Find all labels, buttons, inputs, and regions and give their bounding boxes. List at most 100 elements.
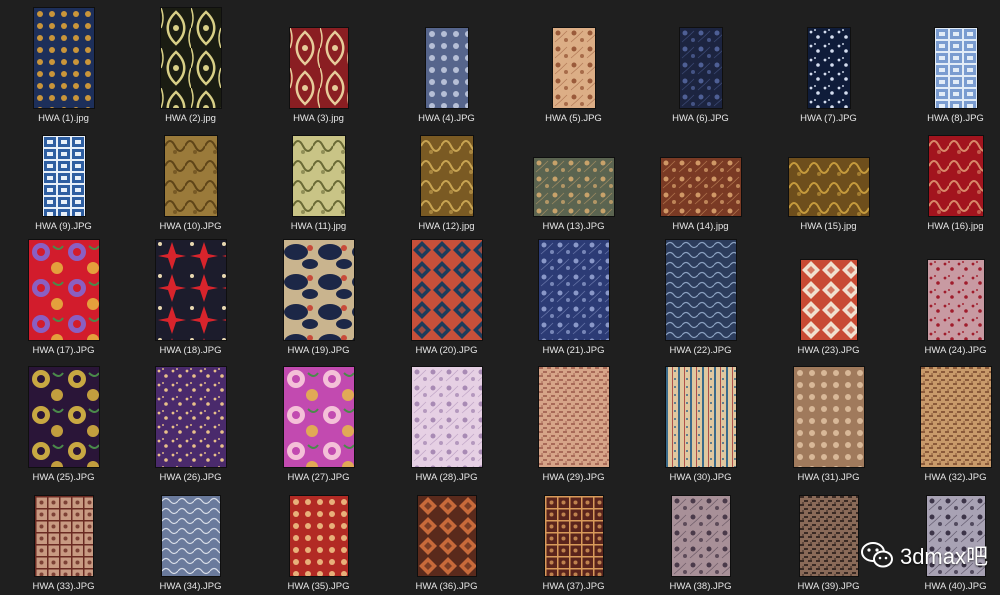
file-thumbnail[interactable] <box>289 496 348 576</box>
file-name[interactable]: HWA (6).JPG <box>672 113 729 125</box>
file-item[interactable]: HWA (18).JPG <box>127 238 254 357</box>
file-thumbnail[interactable] <box>679 28 722 108</box>
file-name[interactable]: HWA (12).jpg <box>418 221 474 233</box>
file-name[interactable]: HWA (10).JPG <box>160 221 222 233</box>
file-item[interactable]: HWA (5).JPG <box>510 6 637 125</box>
file-thumbnail[interactable] <box>425 28 468 108</box>
file-name[interactable]: HWA (27).JPG <box>288 472 350 484</box>
file-item[interactable]: HWA (3).jpg <box>255 6 382 125</box>
file-item[interactable]: HWA (29).JPG <box>510 365 637 484</box>
file-name[interactable]: HWA (36).JPG <box>416 581 478 593</box>
file-item[interactable]: HWA (20).JPG <box>383 238 510 357</box>
file-thumbnail[interactable] <box>800 260 857 340</box>
file-item[interactable]: HWA (6).JPG <box>637 6 764 125</box>
file-name[interactable]: HWA (11).jpg <box>291 221 346 233</box>
file-item[interactable]: HWA (32).JPG <box>892 365 1000 484</box>
file-item[interactable]: HWA (37).JPG <box>510 492 637 593</box>
file-name[interactable]: HWA (14).jpg <box>672 221 728 233</box>
file-thumbnail[interactable] <box>788 158 869 216</box>
file-thumbnail[interactable] <box>420 136 473 216</box>
file-name[interactable]: HWA (25).JPG <box>33 472 95 484</box>
file-name[interactable]: HWA (24).JPG <box>925 345 987 357</box>
file-item[interactable]: HWA (34).JPG <box>127 492 254 593</box>
file-thumbnail[interactable] <box>164 136 217 216</box>
file-name[interactable]: HWA (28).JPG <box>416 472 478 484</box>
file-thumbnail[interactable] <box>417 496 476 576</box>
file-name[interactable]: HWA (13).JPG <box>543 221 605 233</box>
file-thumbnail[interactable] <box>665 367 736 467</box>
file-item[interactable]: HWA (4).JPG <box>383 6 510 125</box>
file-thumbnail[interactable] <box>160 8 221 108</box>
file-name[interactable]: HWA (35).JPG <box>288 581 350 593</box>
file-thumbnail[interactable] <box>33 8 94 108</box>
file-name[interactable]: HWA (18).JPG <box>160 345 222 357</box>
file-thumbnail[interactable] <box>155 367 226 467</box>
file-thumbnail[interactable] <box>671 496 730 576</box>
file-item[interactable]: HWA (19).JPG <box>255 238 382 357</box>
file-thumbnail[interactable] <box>927 260 984 340</box>
file-item[interactable]: HWA (35).JPG <box>255 492 382 593</box>
file-item[interactable]: HWA (22).JPG <box>637 238 764 357</box>
file-name[interactable]: HWA (5).JPG <box>545 113 602 125</box>
file-name[interactable]: HWA (32).JPG <box>925 472 987 484</box>
file-name[interactable]: HWA (33).JPG <box>33 581 95 593</box>
file-item[interactable]: HWA (1).jpg <box>0 6 127 125</box>
file-name[interactable]: HWA (37).JPG <box>543 581 605 593</box>
file-name[interactable]: HWA (20).JPG <box>416 345 478 357</box>
file-item[interactable]: HWA (25).JPG <box>0 365 127 484</box>
file-name[interactable]: HWA (2).jpg <box>165 113 216 125</box>
file-item[interactable]: HWA (33).JPG <box>0 492 127 593</box>
file-item[interactable]: HWA (38).JPG <box>637 492 764 593</box>
file-item[interactable]: HWA (2).jpg <box>127 6 254 125</box>
file-thumbnail[interactable] <box>544 496 603 576</box>
file-name[interactable]: HWA (4).JPG <box>418 113 475 125</box>
file-item[interactable]: HWA (17).JPG <box>0 238 127 357</box>
file-name[interactable]: HWA (31).JPG <box>798 472 860 484</box>
file-item[interactable]: HWA (9).JPG <box>0 132 127 233</box>
file-item[interactable]: HWA (27).JPG <box>255 365 382 484</box>
file-name[interactable]: HWA (26).JPG <box>160 472 222 484</box>
file-thumbnail[interactable] <box>928 136 983 216</box>
file-item[interactable]: HWA (28).JPG <box>383 365 510 484</box>
file-thumbnail[interactable] <box>411 240 482 340</box>
file-thumbnail[interactable] <box>660 158 741 216</box>
file-item[interactable]: HWA (24).JPG <box>892 238 1000 357</box>
file-thumbnail[interactable] <box>411 367 482 467</box>
file-name[interactable]: HWA (3).jpg <box>293 113 344 125</box>
file-thumbnail[interactable] <box>807 28 850 108</box>
file-item[interactable]: HWA (15).jpg <box>765 132 892 233</box>
file-name[interactable]: HWA (19).JPG <box>288 345 350 357</box>
file-thumbnail[interactable] <box>934 28 977 108</box>
file-thumbnail[interactable] <box>34 496 93 576</box>
file-thumbnail[interactable] <box>161 496 220 576</box>
file-thumbnail[interactable] <box>920 367 991 467</box>
file-item[interactable]: HWA (11).jpg <box>255 132 382 233</box>
file-name[interactable]: HWA (23).JPG <box>798 345 860 357</box>
file-thumbnail[interactable] <box>289 28 348 108</box>
file-item[interactable]: HWA (7).JPG <box>765 6 892 125</box>
file-item[interactable]: HWA (31).JPG <box>765 365 892 484</box>
file-thumbnail[interactable] <box>538 367 609 467</box>
file-name[interactable]: HWA (34).JPG <box>160 581 222 593</box>
file-item[interactable]: HWA (23).JPG <box>765 238 892 357</box>
file-item[interactable]: HWA (8).JPG <box>892 6 1000 125</box>
file-name[interactable]: HWA (30).JPG <box>670 472 732 484</box>
file-thumbnail[interactable] <box>552 28 595 108</box>
file-name[interactable]: HWA (21).JPG <box>543 345 605 357</box>
file-name[interactable]: HWA (8).JPG <box>927 113 984 125</box>
file-thumbnail[interactable] <box>155 240 226 340</box>
file-name[interactable]: HWA (39).JPG <box>798 581 860 593</box>
file-name[interactable]: HWA (15).jpg <box>800 221 856 233</box>
file-thumbnail[interactable] <box>793 367 864 467</box>
file-item[interactable]: HWA (36).JPG <box>383 492 510 593</box>
file-thumbnail[interactable] <box>292 136 345 216</box>
file-name[interactable]: HWA (29).JPG <box>543 472 605 484</box>
file-thumbnail[interactable] <box>533 158 614 216</box>
file-name[interactable]: HWA (17).JPG <box>33 345 95 357</box>
file-name[interactable]: HWA (22).JPG <box>670 345 732 357</box>
file-name[interactable]: HWA (1).jpg <box>38 113 89 125</box>
file-item[interactable]: HWA (12).jpg <box>383 132 510 233</box>
file-thumbnail[interactable] <box>538 240 609 340</box>
file-item[interactable]: HWA (10).JPG <box>127 132 254 233</box>
file-thumbnail[interactable] <box>799 496 858 576</box>
